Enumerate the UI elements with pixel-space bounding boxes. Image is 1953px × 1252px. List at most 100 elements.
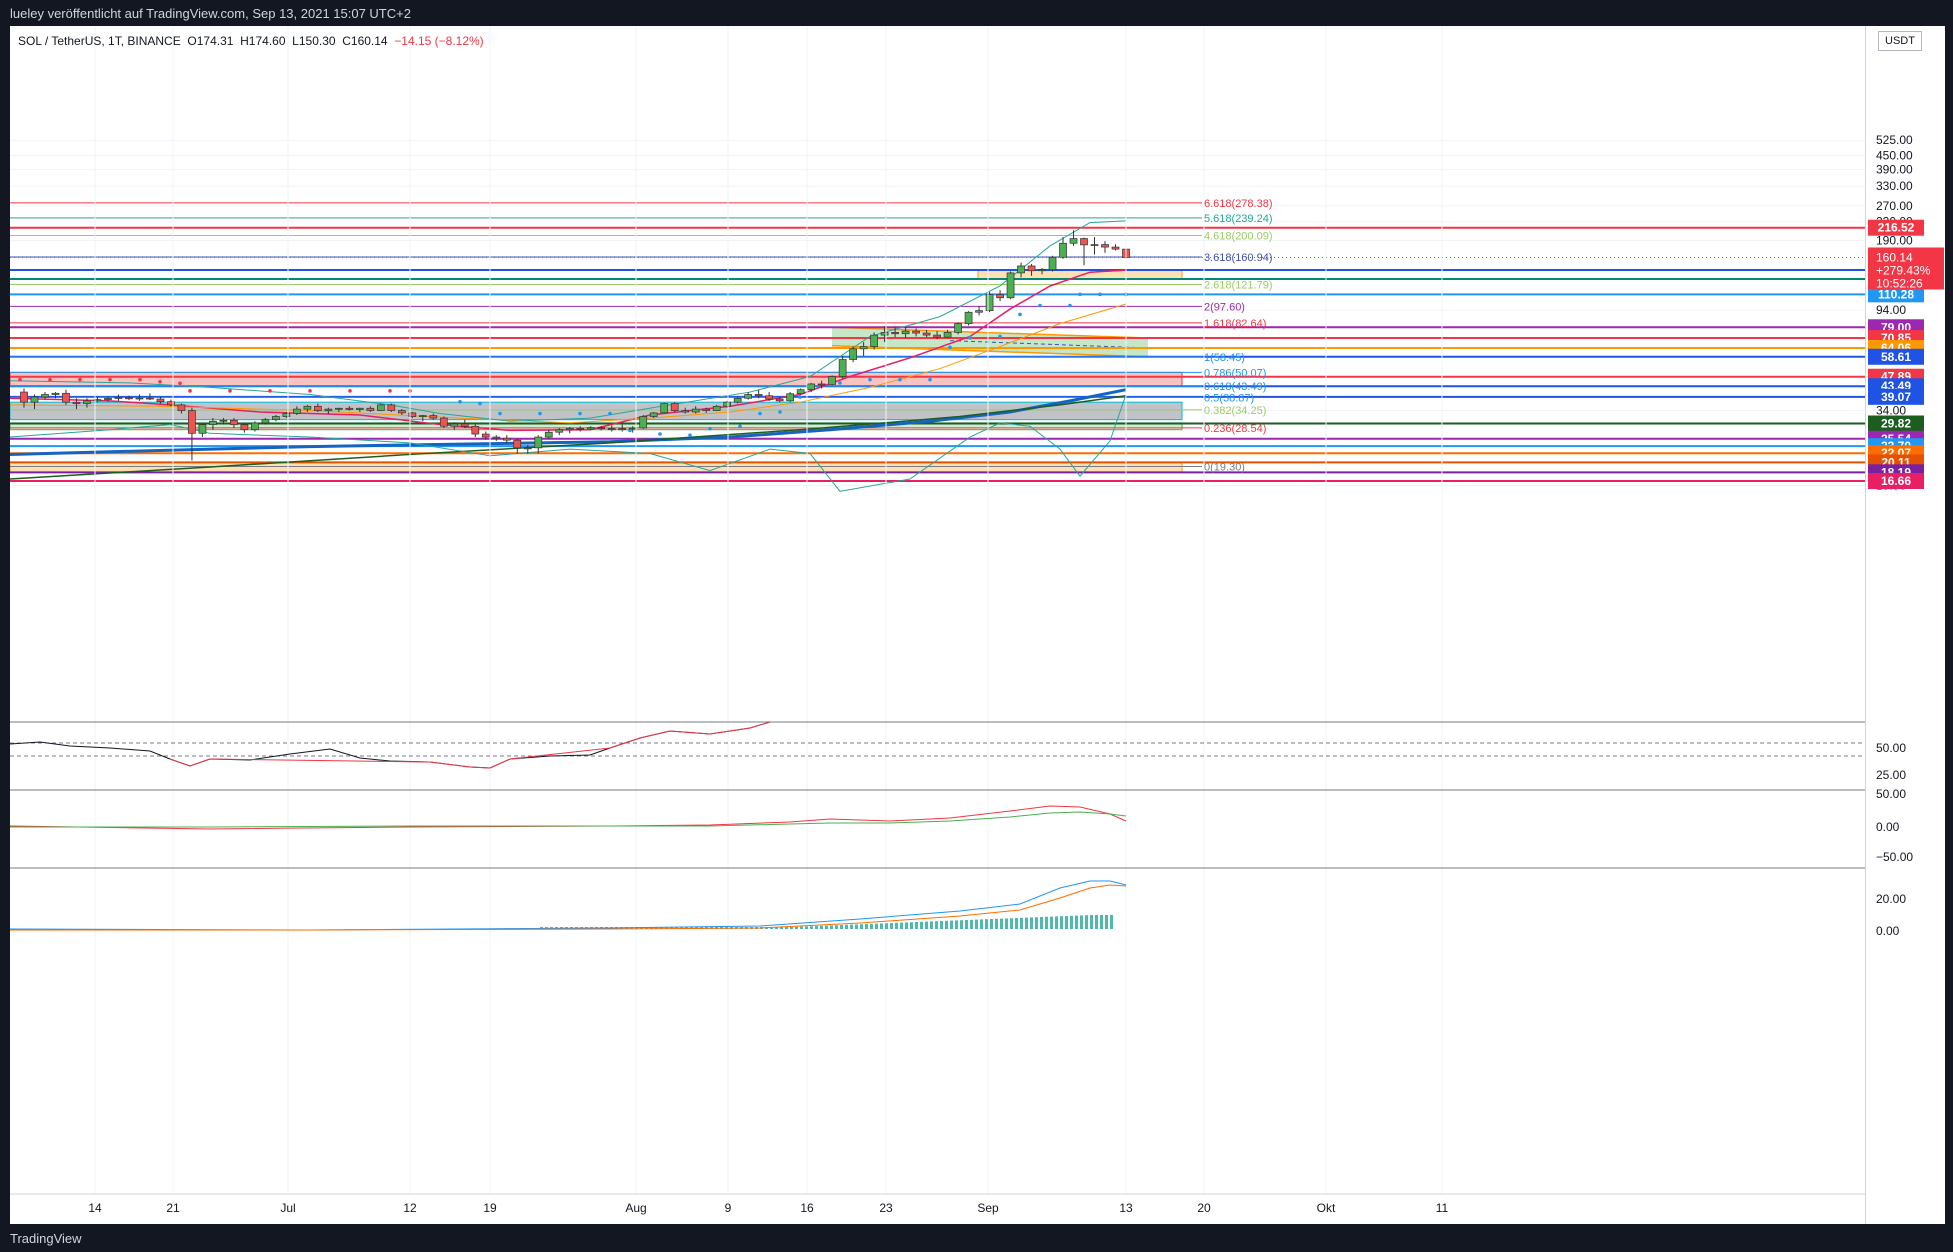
candle-up <box>733 397 742 403</box>
candle-up <box>418 415 427 417</box>
histogram-bar <box>995 918 998 929</box>
candle-down <box>513 439 522 449</box>
fib-label: 4.618(200.09) <box>1204 231 1273 243</box>
price-axis[interactable]: 525.00450.00390.00330.00270.00230.00190.… <box>1865 26 1946 1224</box>
candle-up <box>282 413 291 417</box>
chart-area[interactable]: 14 21 Jul 12 19 Aug 9 16 23 Sep 13 20 Okt 11 6.618(278… <box>9 26 1865 1224</box>
candle-up <box>649 412 658 417</box>
subpane-tick-label: 0.00 <box>1876 924 1900 938</box>
legend-low: L150.30 <box>292 34 336 48</box>
sar-dot <box>868 377 872 382</box>
right-edge <box>1945 26 1953 1224</box>
candle-up <box>565 427 574 431</box>
candle-up <box>335 407 343 410</box>
histogram-bar <box>910 922 913 929</box>
indicator-line-orange <box>10 884 1127 931</box>
candle-down <box>62 392 70 403</box>
candle-up <box>324 408 333 411</box>
sar-dot <box>78 377 82 382</box>
candle-down <box>20 391 28 403</box>
histogram-bar <box>820 925 823 929</box>
candle-down <box>366 407 375 411</box>
price-axis-labels: 525.00450.00390.00330.00270.00230.00190.… <box>1868 133 1944 938</box>
sar-dot <box>458 399 462 404</box>
histogram-bar <box>1060 916 1063 929</box>
candle-down <box>670 403 679 411</box>
sar-dot <box>688 433 692 437</box>
histogram-bar <box>835 925 838 929</box>
candle-down <box>492 436 501 439</box>
sar-dot <box>138 377 142 382</box>
fib-label: 1.618(82.64) <box>1204 318 1266 330</box>
symbol-legend: SOL / TetherUS, 1T, BINANCE O174.31 H174… <box>18 34 484 48</box>
sar-dot <box>1018 312 1022 317</box>
histogram-bar <box>990 919 993 929</box>
sar-dot <box>758 411 762 416</box>
histogram-bar <box>880 923 883 929</box>
histogram-bar <box>890 923 893 929</box>
sar-dot <box>108 377 112 382</box>
histogram-bar <box>1035 917 1038 929</box>
candle-down <box>439 417 448 427</box>
sar-dot <box>838 381 842 385</box>
histogram-bar <box>935 921 938 929</box>
histogram-bar <box>895 922 898 929</box>
candle-up <box>828 376 836 385</box>
candle-up <box>534 436 543 449</box>
tradingview-logo: TradingView <box>10 1231 82 1246</box>
histogram-bar <box>1020 917 1023 929</box>
subpane-tick-label: 50.00 <box>1876 787 1906 801</box>
sar-dot <box>1038 303 1042 308</box>
sar-dot <box>308 389 312 393</box>
histogram-bar <box>875 923 878 929</box>
candle-down <box>765 395 774 400</box>
candle-up <box>104 397 112 400</box>
candle-down <box>922 332 931 336</box>
histogram-bar <box>805 926 808 929</box>
histogram-bar <box>825 925 828 929</box>
candle-up <box>209 420 217 425</box>
bollinger-upper <box>10 220 1127 422</box>
histogram-bar <box>865 924 868 929</box>
candle-up <box>272 416 280 421</box>
price-zone <box>10 461 1183 473</box>
candle-up <box>639 416 648 429</box>
sar-dot <box>708 426 712 431</box>
legend-symbol: SOL / TetherUS, 1T, BINANCE <box>18 34 181 48</box>
x-tick-label: 11 <box>1436 1201 1449 1215</box>
candle-up <box>51 392 60 395</box>
currency-label[interactable]: USDT <box>1878 31 1922 51</box>
histogram-bar <box>1090 915 1093 929</box>
fib-label: 0.786(50.07) <box>1204 367 1266 379</box>
sar-dot <box>898 377 902 382</box>
price-tick-label: 390.00 <box>1876 163 1913 177</box>
current-price-badge: 160.14+279.43%10:52:26 <box>1868 247 1944 291</box>
candle-up <box>786 393 795 402</box>
sar-dot <box>798 395 802 399</box>
sar-dot <box>738 424 742 429</box>
candle-down <box>240 424 249 431</box>
histogram-bar <box>915 922 918 929</box>
price-chart[interactable]: 14 21 Jul 12 19 Aug 9 16 23 Sep 13 20 Okt 11 6.618(278… <box>9 26 1865 1224</box>
histogram-bar <box>1070 915 1073 929</box>
candle-down <box>481 433 490 438</box>
candle-up <box>450 423 459 427</box>
sar-dot <box>158 379 162 384</box>
legend-high: H174.60 <box>240 34 286 48</box>
price-tick-label: 94.00 <box>1876 303 1906 317</box>
sar-dot <box>538 411 542 416</box>
level-badge: 16.66 <box>1868 472 1924 489</box>
candle-up <box>849 348 857 360</box>
candle-down <box>754 394 763 397</box>
fib-label: 0.5(38.87) <box>1204 392 1254 404</box>
legend-open: O174.31 <box>187 34 234 48</box>
candle-down <box>702 408 711 411</box>
candle-down <box>576 427 585 430</box>
candle-down <box>1101 244 1109 248</box>
histogram-bar <box>1095 915 1098 929</box>
candle-up <box>807 383 815 391</box>
histogram-bar <box>970 919 973 929</box>
histogram-bar <box>845 924 848 929</box>
histogram-bar <box>790 927 793 929</box>
candle-down <box>607 428 616 431</box>
